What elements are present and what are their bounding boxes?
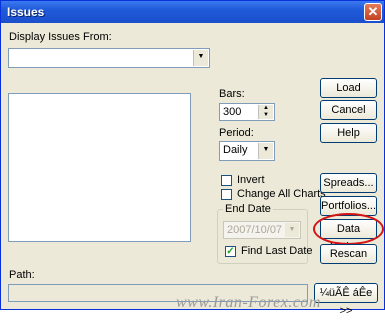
period-label: Period:	[219, 127, 254, 139]
period-combo[interactable]: Daily ▼	[219, 141, 275, 161]
close-button[interactable]: ✕	[364, 3, 382, 21]
cancel-button[interactable]: Cancel	[320, 100, 377, 120]
highlight-circle	[313, 213, 384, 245]
chevron-down-icon[interactable]: ▼	[193, 50, 208, 66]
end-date-label: End Date	[223, 203, 273, 215]
bars-value: 300	[223, 106, 242, 118]
bars-label: Bars:	[219, 88, 245, 100]
title-bar: Issues ✕	[1, 1, 384, 23]
change-all-charts-checkbox[interactable]	[221, 189, 232, 200]
chevron-down-icon: ▼	[285, 223, 299, 237]
find-last-date-label: Find Last Date	[241, 245, 313, 257]
more-button[interactable]: ¼üÃÊ áÊe >>	[314, 283, 378, 317]
path-label: Path:	[9, 269, 35, 281]
spinner-arrows-icon[interactable]: ▲ ▼	[258, 105, 273, 119]
window-title: Issues	[7, 5, 45, 19]
invert-label: Invert	[237, 174, 265, 186]
period-value: Daily	[223, 144, 248, 156]
display-issues-label: Display Issues From:	[9, 31, 112, 43]
watermark-text: www.Iran-Forex.com	[176, 294, 321, 311]
end-date-combo: 2007/10/07 ▼	[223, 221, 301, 239]
display-issues-combo[interactable]: ▼	[8, 48, 210, 68]
help-button[interactable]: Help	[320, 123, 377, 143]
invert-checkbox[interactable]	[221, 175, 232, 186]
issues-list[interactable]	[8, 93, 191, 242]
change-all-charts-label: Change All Charts	[237, 188, 326, 200]
load-button[interactable]: Load	[320, 78, 377, 98]
find-last-date-checkbox[interactable]: ✓	[225, 246, 236, 257]
chevron-down-icon[interactable]: ▼	[258, 143, 273, 159]
rescan-button[interactable]: Rescan	[320, 244, 377, 264]
close-icon: ✕	[367, 4, 379, 19]
bars-spinner[interactable]: 300 ▲ ▼	[219, 103, 275, 121]
issues-dialog: Issues ✕ Display Issues From: ▼ Bars: 30…	[0, 0, 385, 317]
end-date-value: 2007/10/07	[227, 224, 283, 236]
spreads-button[interactable]: Spreads...	[320, 173, 377, 193]
